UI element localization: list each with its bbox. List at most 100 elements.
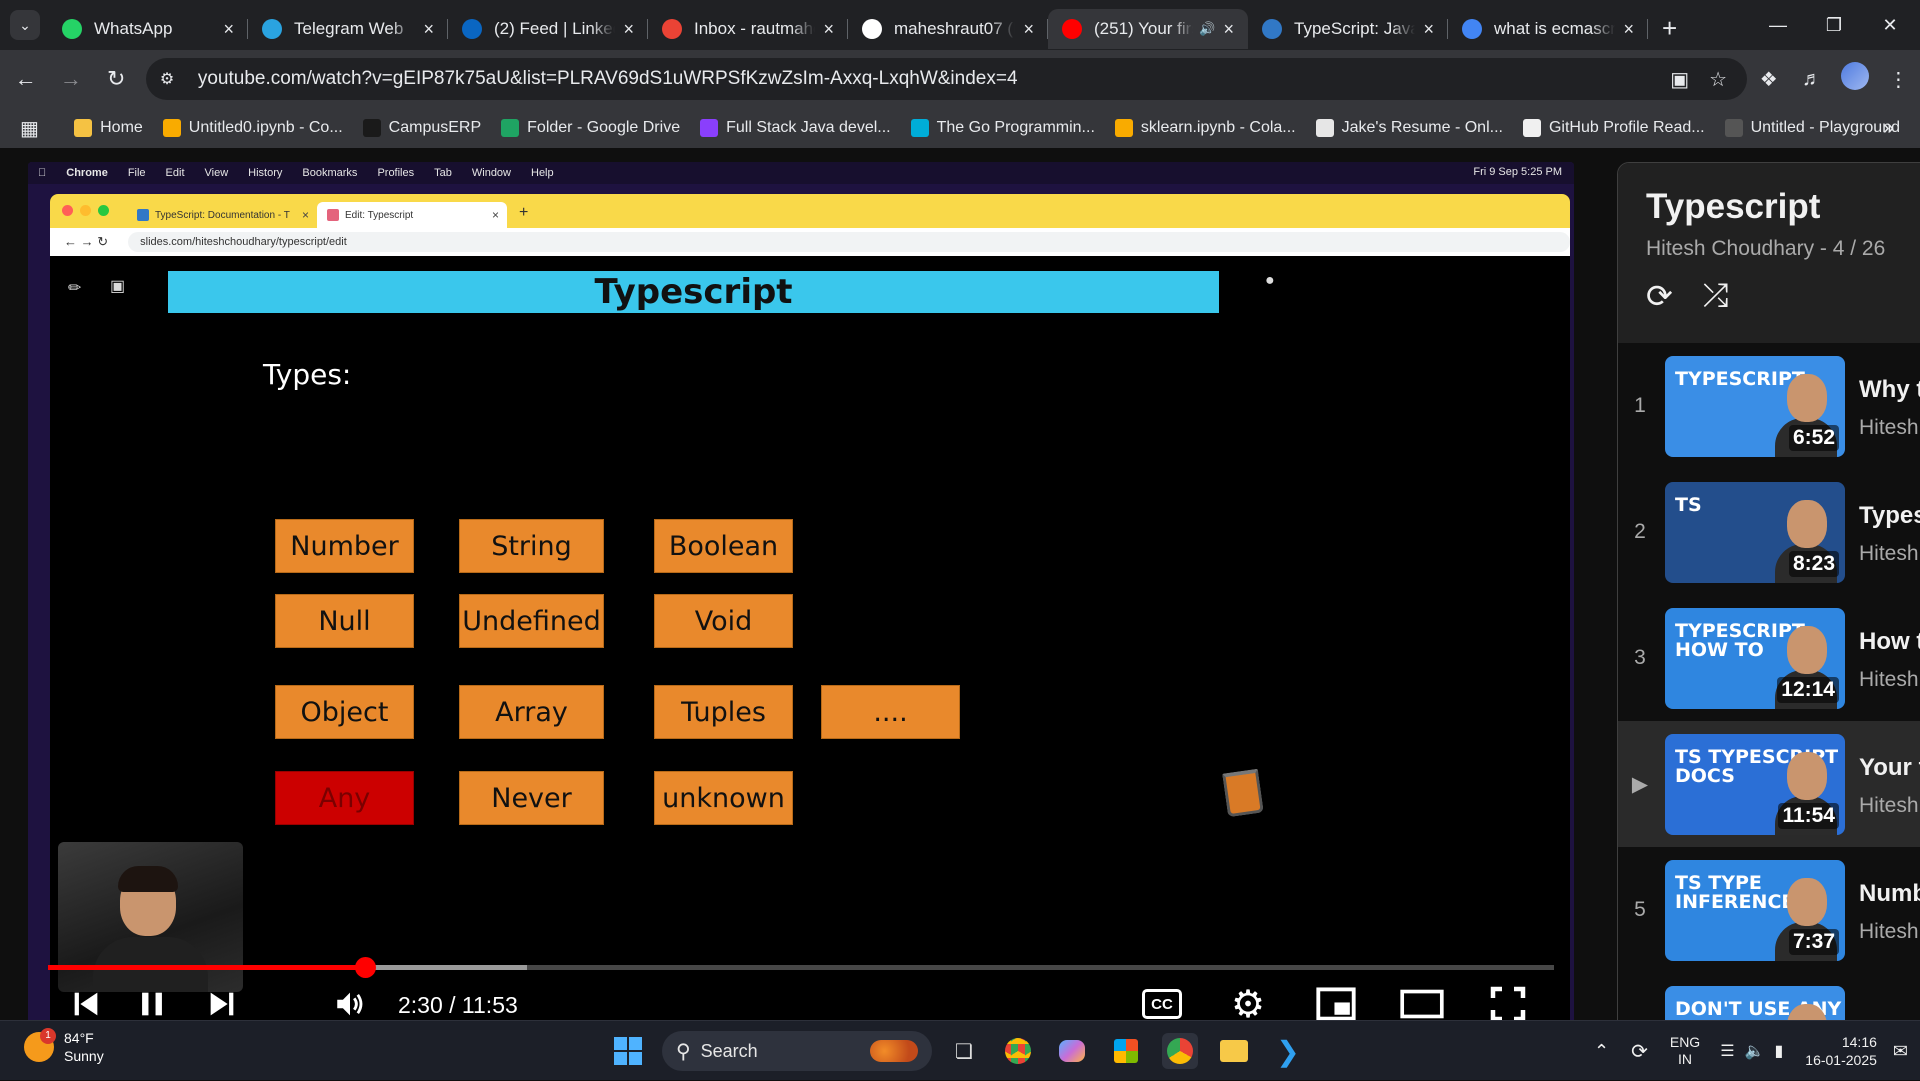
- site-info-icon[interactable]: ⚙: [160, 69, 184, 89]
- video-thumbnail[interactable]: TS TYPESCRIPT DOCS 11:54: [1665, 733, 1845, 835]
- bookmark-item[interactable]: Untitled0.ipynb - Co...: [162, 119, 343, 137]
- playlist-item[interactable]: 1 TYPESCRIPT 6:52 Why t Hitesh: [1618, 343, 1920, 469]
- vscode-taskbar-app[interactable]: ❯: [1270, 1033, 1306, 1069]
- playlist-items: 1 TYPESCRIPT 6:52 Why t Hitesh 2 TS 8:23 Types t…: [1618, 343, 1920, 1021]
- type-box: String: [459, 519, 604, 573]
- language-indicator[interactable]: ENG IN: [1670, 1034, 1700, 1068]
- windows-taskbar: 1 84°F Sunny ⚲ Search ❏ ❯ ⌃ ⟳ ENG IN ☰ 🔈…: [0, 1020, 1920, 1080]
- clock[interactable]: 14:16 16-01-2025: [1805, 1033, 1877, 1069]
- video-thumbnail[interactable]: DON'T USE ANY: [1665, 985, 1845, 1021]
- notification-bell-icon[interactable]: ✉: [1893, 1041, 1908, 1062]
- back-button[interactable]: ←: [6, 59, 45, 99]
- playlist-item[interactable]: ▶ TS TYPESCRIPT DOCS11:54 Your f docs Hites…: [1618, 721, 1920, 847]
- install-app-icon[interactable]: ▣: [1670, 67, 1689, 92]
- close-tab-icon[interactable]: ×: [1023, 19, 1034, 40]
- playlist-item-title[interactable]: Numb infere: [1859, 876, 1920, 912]
- sync-icon[interactable]: ⟳: [1631, 1039, 1648, 1064]
- new-tab-button[interactable]: +: [1662, 13, 1677, 44]
- more-bookmarks-chevron-icon[interactable]: »: [1883, 117, 1894, 140]
- profile-avatar[interactable]: [1834, 62, 1877, 96]
- weather-widget[interactable]: 1 84°F Sunny: [24, 1028, 104, 1065]
- close-tab-icon[interactable]: ×: [623, 19, 634, 40]
- playlist-item[interactable]: 3 TYPESCRIPT HOW TO 12:14 How t Hitesh: [1618, 595, 1920, 721]
- start-button[interactable]: [610, 1033, 646, 1069]
- close-tab-icon[interactable]: ×: [223, 19, 234, 40]
- media-control-icon[interactable]: ♬: [1790, 68, 1833, 91]
- playlist-item-title[interactable]: Types think: [1859, 498, 1920, 534]
- bookmark-item[interactable]: GitHub Profile Read...: [1522, 119, 1705, 137]
- file-explorer-taskbar-app[interactable]: [1216, 1033, 1252, 1069]
- battery-icon[interactable]: ▮: [1774, 1041, 1783, 1061]
- forward-button[interactable]: →: [51, 59, 90, 99]
- playlist-item[interactable]: 5 TS TYPE INFERENCE7:37 Numb infere Hitesh: [1618, 847, 1920, 973]
- bookmark-item[interactable]: Home: [74, 119, 143, 137]
- volume-icon: [337, 992, 363, 1016]
- arrow-left-icon: ←: [14, 66, 37, 91]
- playlist-item[interactable]: 6DON'T USE ANYDon't: [1618, 973, 1920, 1021]
- browser-tab[interactable]: Inbox - rautmahesh ×: [648, 9, 848, 49]
- type-box: Tuples: [654, 685, 793, 739]
- store-taskbar-app[interactable]: [1108, 1033, 1144, 1069]
- browser-tab[interactable]: (251) Your first 🔊 ×: [1048, 9, 1248, 49]
- close-tab-icon[interactable]: ×: [1623, 19, 1634, 40]
- browser-toolbar: ← → ↻ ⚙ youtube.com/watch?v=gEIP87k75aU&…: [0, 50, 1920, 108]
- bookmark-item[interactable]: Full Stack Java devel...: [700, 119, 891, 137]
- playlist-item[interactable]: 2 TS 8:23 Types think Hitesh: [1618, 469, 1920, 595]
- browser-tab[interactable]: WhatsApp ×: [48, 9, 248, 49]
- show-hidden-icons-chevron-icon[interactable]: ⌃: [1594, 1041, 1609, 1062]
- extensions-icon[interactable]: ❖: [1747, 67, 1790, 92]
- browser-tab[interactable]: TypeScript: JavaScript ×: [1248, 9, 1448, 49]
- audio-playing-icon[interactable]: 🔊: [1199, 21, 1215, 37]
- apps-grid-icon[interactable]: ▦: [20, 116, 48, 141]
- video-thumbnail[interactable]: TYPESCRIPT 6:52: [1665, 355, 1845, 457]
- tab-search-button[interactable]: ⌄: [10, 10, 40, 40]
- wifi-icon[interactable]: ☰: [1720, 1041, 1734, 1061]
- minimize-button[interactable]: —: [1750, 0, 1806, 50]
- bookmark-item[interactable]: sklearn.ipynb - Cola...: [1114, 119, 1296, 137]
- task-view-button[interactable]: ❏: [946, 1033, 982, 1069]
- video-thumbnail[interactable]: TS TYPE INFERENCE 7:37: [1665, 859, 1845, 961]
- reload-button[interactable]: ↻: [97, 59, 136, 99]
- scrubber-handle[interactable]: [354, 957, 376, 978]
- chrome-profile-taskbar-app[interactable]: [1162, 1033, 1198, 1069]
- bookmark-star-icon[interactable]: ☆: [1709, 67, 1727, 92]
- browser-tab[interactable]: what is ecmascript ×: [1448, 9, 1648, 49]
- bookmark-label: The Go Programmin...: [936, 119, 1095, 136]
- bookmark-item[interactable]: Folder - Google Drive: [501, 119, 680, 137]
- bookmark-item[interactable]: Untitled - Playground: [1724, 119, 1900, 137]
- close-tab-icon[interactable]: ×: [1223, 19, 1234, 40]
- video-thumbnail[interactable]: TS 8:23: [1665, 481, 1845, 583]
- close-window-button[interactable]: ✕: [1862, 0, 1918, 50]
- video-player[interactable]:  Chrome File Edit View History Bookmarks Prof…: [28, 162, 1574, 1032]
- playlist-item-title[interactable]: How t: [1859, 624, 1920, 660]
- video-frame[interactable]:  Chrome File Edit View History Bookmarks Prof…: [28, 162, 1574, 1032]
- restore-button[interactable]: ❐: [1806, 0, 1862, 50]
- browser-tab[interactable]: maheshraut07 (Mahesh ×: [848, 9, 1048, 49]
- browser-tab[interactable]: (2) Feed | LinkedIn ×: [448, 9, 648, 49]
- taskbar-search[interactable]: ⚲ Search: [662, 1031, 932, 1071]
- bookmark-item[interactable]: Jake's Resume - Onl...: [1315, 119, 1503, 137]
- menu-kebab-icon[interactable]: ⋮: [1877, 67, 1920, 92]
- close-tab-icon[interactable]: ×: [823, 19, 834, 40]
- close-tab-icon[interactable]: ×: [423, 19, 434, 40]
- drive-icon: [501, 119, 520, 137]
- recorded-tab-active: Edit: Typescript ×: [317, 202, 507, 228]
- loop-playlist-icon[interactable]: ⟳: [1646, 277, 1673, 315]
- playlist-item-channel: Hitesh: [1859, 542, 1919, 565]
- browser-tab[interactable]: Telegram Web ×: [248, 9, 448, 49]
- video-thumbnail[interactable]: TYPESCRIPT HOW TO 12:14: [1665, 607, 1845, 709]
- progress-bar[interactable]: [48, 957, 1554, 978]
- shuffle-icon[interactable]: ⤮: [1703, 277, 1729, 315]
- address-url[interactable]: youtube.com/watch?v=gEIP87k75aU&list=PLR…: [198, 68, 1670, 90]
- address-bar[interactable]: ⚙ youtube.com/watch?v=gEIP87k75aU&list=P…: [145, 58, 1748, 100]
- playlist-title[interactable]: Typescript: [1646, 187, 1920, 227]
- colab-icon: [1114, 119, 1133, 137]
- bookmark-item[interactable]: CampusERP: [362, 119, 481, 137]
- bookmark-item[interactable]: The Go Programmin...: [910, 119, 1095, 137]
- playlist-item-title[interactable]: Why t: [1859, 372, 1920, 408]
- speaker-icon[interactable]: 🔈: [1745, 1041, 1765, 1061]
- playlist-item-title[interactable]: Your f docs: [1859, 750, 1920, 786]
- copilot-taskbar-app[interactable]: [1054, 1033, 1090, 1069]
- close-tab-icon[interactable]: ×: [1423, 19, 1434, 40]
- chrome-taskbar-app[interactable]: [1000, 1033, 1036, 1069]
